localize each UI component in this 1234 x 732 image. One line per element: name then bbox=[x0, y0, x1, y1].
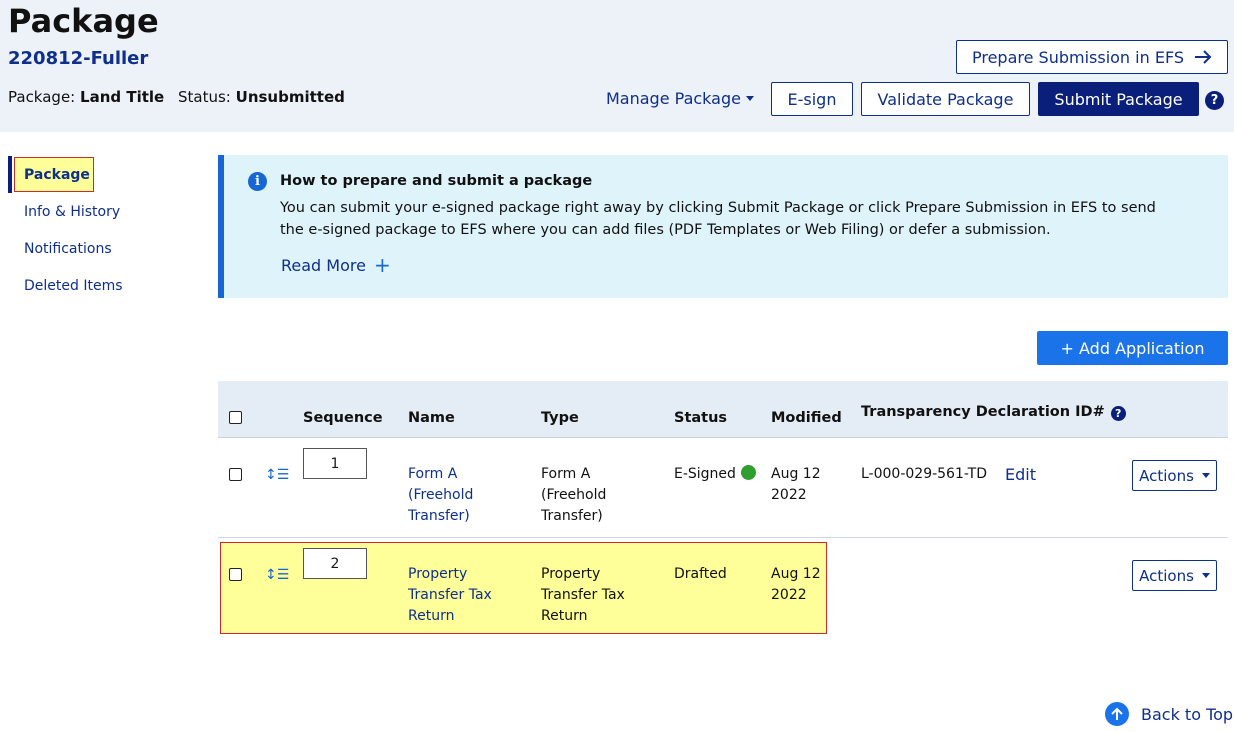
alert-title: How to prepare and submit a package bbox=[280, 173, 593, 189]
package-status-label: Status: bbox=[178, 88, 231, 106]
page-title: Package bbox=[8, 2, 159, 40]
column-header-transparency: Transparency Declaration ID#? bbox=[861, 402, 1126, 422]
application-status: E-Signed bbox=[674, 464, 756, 485]
application-name-link[interactable]: Form A (Freehold Transfer) bbox=[408, 464, 508, 527]
submit-package-button[interactable]: Submit Package bbox=[1038, 82, 1199, 116]
application-modified: Aug 12 2022 bbox=[771, 566, 821, 603]
sidebar-item-deleted-items[interactable]: Deleted Items bbox=[24, 276, 123, 296]
arrow-up-icon bbox=[1105, 702, 1129, 726]
status-text: E-Signed bbox=[674, 466, 736, 482]
active-indicator bbox=[8, 156, 12, 193]
package-header: Package 220812-Fuller Package: Land Titl… bbox=[0, 0, 1234, 132]
edit-link[interactable]: Edit bbox=[1005, 465, 1036, 484]
sequence-input[interactable]: 1 bbox=[303, 448, 367, 479]
status-dot-icon bbox=[740, 465, 756, 480]
sidebar-item-label: Package bbox=[14, 157, 94, 192]
reorder-icon[interactable]: ↕☰ bbox=[265, 568, 289, 582]
column-header-name: Name bbox=[408, 410, 455, 426]
transparency-id: L-000-029-561-TD bbox=[861, 466, 987, 482]
application-modified: Aug 12 2022 bbox=[771, 466, 821, 503]
sequence-input[interactable]: 2 bbox=[303, 548, 367, 579]
add-application-button[interactable]: + Add Application bbox=[1037, 331, 1228, 365]
actions-label: Actions bbox=[1139, 466, 1194, 485]
application-type: Form A (Freehold Transfer) bbox=[541, 466, 607, 524]
actions-label: Actions bbox=[1139, 566, 1194, 585]
package-status-value: Unsubmitted bbox=[235, 88, 345, 106]
application-name-link[interactable]: Property Transfer Tax Return bbox=[408, 564, 508, 627]
caret-down-icon bbox=[745, 96, 754, 101]
info-alert: i How to prepare and submit a package Yo… bbox=[218, 155, 1228, 298]
manage-package-label: Manage Package bbox=[606, 89, 741, 108]
column-header-modified: Modified bbox=[771, 410, 842, 426]
select-all-checkbox[interactable] bbox=[229, 411, 242, 424]
application-status: Drafted bbox=[674, 566, 727, 582]
help-icon[interactable]: ? bbox=[1110, 406, 1126, 421]
sidebar-item-package[interactable]: Package bbox=[8, 156, 94, 193]
read-more-label: Read More bbox=[281, 255, 366, 275]
column-header-status: Status bbox=[674, 410, 728, 426]
reorder-icon[interactable]: ↕☰ bbox=[265, 468, 289, 482]
caret-down-icon bbox=[1201, 573, 1210, 578]
package-status: Status: Unsubmitted bbox=[178, 86, 345, 108]
package-type: Package: Land Title bbox=[8, 86, 164, 108]
package-type-value: Land Title bbox=[80, 88, 165, 106]
row-checkbox[interactable] bbox=[229, 468, 242, 481]
prepare-submission-efs-button[interactable]: Prepare Submission in EFS bbox=[956, 40, 1228, 74]
arrow-right-icon bbox=[1195, 50, 1212, 64]
package-type-label: Package: bbox=[8, 88, 76, 106]
esign-button[interactable]: E-sign bbox=[771, 82, 853, 116]
row-checkbox[interactable] bbox=[229, 568, 242, 581]
package-id-link[interactable]: 220812-Fuller bbox=[8, 47, 148, 71]
manage-package-dropdown[interactable]: Manage Package bbox=[606, 89, 754, 108]
read-more-link[interactable]: Read More + bbox=[281, 255, 391, 275]
help-icon[interactable]: ? bbox=[1205, 91, 1224, 110]
sidebar-item-info-history[interactable]: Info & History bbox=[24, 202, 120, 222]
caret-down-icon bbox=[1201, 473, 1210, 478]
prepare-submission-efs-label: Prepare Submission in EFS bbox=[971, 47, 1185, 67]
table-row: ↕☰ 2 Property Transfer Tax Return Proper… bbox=[218, 538, 1228, 638]
validate-package-button[interactable]: Validate Package bbox=[861, 82, 1030, 116]
back-to-top-label: Back to Top bbox=[1141, 704, 1234, 724]
column-header-transparency-label: Transparency Declaration ID# bbox=[861, 404, 1105, 420]
application-type: Property Transfer Tax Return bbox=[541, 566, 625, 624]
table-row: ↕☰ 1 Form A (Freehold Transfer) Form A (… bbox=[218, 438, 1228, 538]
column-header-sequence: Sequence bbox=[303, 410, 383, 426]
alert-body: You can submit your e-signed package rig… bbox=[280, 200, 1156, 238]
applications-table-header: Sequence Name Type Status Modified Trans… bbox=[218, 381, 1228, 438]
column-header-type: Type bbox=[541, 410, 579, 426]
back-to-top-link[interactable]: Back to Top bbox=[1105, 702, 1233, 726]
actions-dropdown[interactable]: Actions bbox=[1132, 460, 1217, 491]
sidebar-item-notifications[interactable]: Notifications bbox=[24, 239, 112, 259]
plus-icon: + bbox=[373, 253, 391, 277]
info-icon: i bbox=[248, 172, 267, 191]
actions-dropdown[interactable]: Actions bbox=[1132, 560, 1217, 591]
